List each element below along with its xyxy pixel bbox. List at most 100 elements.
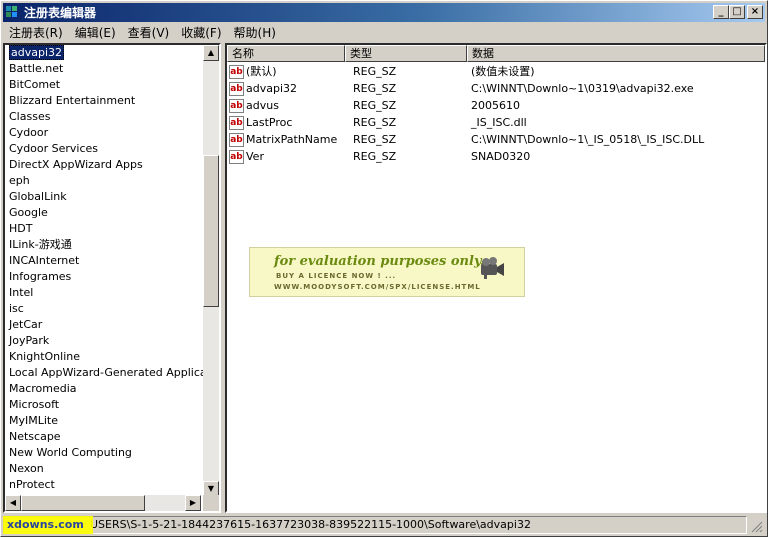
- resize-grip-icon[interactable]: [749, 519, 763, 533]
- menu-view[interactable]: 查看(V): [122, 24, 176, 42]
- menu-registry[interactable]: 注册表(R): [3, 24, 69, 42]
- tree-item[interactable]: GlobalLink: [5, 189, 201, 205]
- tree-item-label: eph: [9, 174, 30, 187]
- value-name: advus: [246, 99, 279, 112]
- tree-item[interactable]: isc: [5, 301, 201, 317]
- tree-item[interactable]: New World Computing: [5, 445, 201, 461]
- tree-item[interactable]: Local AppWizard-Generated Applications: [5, 365, 219, 381]
- value-row[interactable]: ab LastProc REG_SZ _IS_ISC.dll: [227, 114, 765, 131]
- column-type-header[interactable]: 类型: [345, 45, 467, 62]
- scroll-thumb[interactable]: [203, 155, 219, 307]
- tree-item[interactable]: Infogrames: [5, 269, 201, 285]
- value-data: C:\WINNT\Downlo~1\_IS_0518\_IS_ISC.DLL: [471, 133, 705, 146]
- scroll-corner: [203, 495, 219, 511]
- value-row[interactable]: ab MatrixPathName REG_SZ C:\WINNT\Downlo~1\…: [227, 131, 765, 148]
- string-value-icon: ab: [229, 64, 244, 79]
- value-row[interactable]: ab (默认) REG_SZ (数值未设置): [227, 63, 765, 80]
- minimize-button[interactable]: _: [713, 5, 729, 19]
- tree-vertical-scrollbar[interactable]: ▲ ▼: [203, 45, 219, 497]
- tree-item[interactable]: BitComet: [5, 77, 201, 93]
- value-name: LastProc: [246, 116, 293, 129]
- string-value-icon: ab: [229, 149, 244, 164]
- tree-item[interactable]: Blizzard Entertainment: [5, 93, 201, 109]
- status-path: USERS\S-1-5-21-1844237615-1637723038-839…: [3, 516, 747, 534]
- tree-item-label: JetCar: [9, 318, 43, 331]
- menu-edit[interactable]: 编辑(E): [69, 24, 122, 42]
- value-type: REG_SZ: [353, 82, 397, 95]
- value-row[interactable]: ab advus REG_SZ 2005610: [227, 97, 765, 114]
- tree-item[interactable]: advapi32: [5, 45, 201, 61]
- watermark-line2: BUY A LICENCE NOW ! ...: [276, 272, 397, 280]
- tree-item[interactable]: INCAInternet: [5, 253, 201, 269]
- value-row[interactable]: ab Ver REG_SZ SNAD0320: [227, 148, 765, 165]
- tree-item[interactable]: nProtect: [5, 477, 201, 493]
- value-data: C:\WINNT\Downlo~1\0319\advapi32.exe: [471, 82, 694, 95]
- tree-item[interactable]: Macromedia: [5, 381, 201, 397]
- watermark-line3: WWW.MOODYSOFT.COM/SPX/LICENSE.HTML: [274, 283, 481, 291]
- scroll-left-button[interactable]: ◀: [5, 495, 21, 511]
- value-row[interactable]: ab advapi32 REG_SZ C:\WINNT\Downlo~1\0319\a…: [227, 80, 765, 97]
- tree-item-label: ILink-游戏通: [9, 238, 72, 251]
- tree-item-label: Intel: [9, 286, 34, 299]
- window-title: 注册表编辑器: [24, 5, 97, 20]
- tree-item[interactable]: JoyPark: [5, 333, 201, 349]
- tree-item-label: MyIMLite: [9, 414, 59, 427]
- string-value-icon: ab: [229, 132, 244, 147]
- value-data: _IS_ISC.dll: [471, 116, 527, 129]
- tree-item[interactable]: MyIMLite: [5, 413, 201, 429]
- title-bar[interactable]: 注册表编辑器 _ □ ×: [3, 3, 765, 22]
- tree-item[interactable]: eph: [5, 173, 201, 189]
- column-name-header[interactable]: 名称: [227, 45, 345, 62]
- evaluation-watermark: for evaluation purposes only. BUY A LICE…: [249, 247, 525, 297]
- regedit-icon: [6, 5, 20, 20]
- tree-item-label: HDT: [9, 222, 33, 235]
- tree-item[interactable]: Intel: [5, 285, 201, 301]
- string-value-icon: ab: [229, 115, 244, 130]
- tree-item-label: Netscape: [9, 430, 61, 443]
- menu-help[interactable]: 帮助(H): [228, 24, 282, 42]
- tree-item-label: GlobalLink: [9, 190, 67, 203]
- tree-item[interactable]: Cydoor Services: [5, 141, 201, 157]
- tree-item-label: BitComet: [9, 78, 61, 91]
- tree-item-label: advapi32: [9, 45, 65, 60]
- tree-item[interactable]: Google: [5, 205, 201, 221]
- regedit-window: 注册表编辑器 _ □ × 注册表(R) 编辑(E) 查看(V) 收藏(F) 帮助…: [0, 0, 768, 537]
- tree-item[interactable]: Classes: [5, 109, 201, 125]
- scroll-up-button[interactable]: ▲: [203, 45, 219, 61]
- tree-item-label: Cydoor: [9, 126, 49, 139]
- value-name: Ver: [246, 150, 264, 163]
- values-list: ab (默认) REG_SZ (数值未设置) ab advapi32 REG_SZ C:\WI…: [227, 63, 765, 165]
- tree-item-label: Infogrames: [9, 270, 72, 283]
- tree-item[interactable]: Netscape: [5, 429, 201, 445]
- camera-icon: [481, 257, 504, 279]
- tree-item-label: INCAInternet: [9, 254, 80, 267]
- tree-item-label: Nexon: [9, 462, 44, 475]
- tree-item-label: Classes: [9, 110, 51, 123]
- tree-item[interactable]: Nexon: [5, 461, 201, 477]
- maximize-button[interactable]: □: [729, 5, 745, 19]
- tree-horizontal-scrollbar[interactable]: ◀ ▶: [5, 495, 201, 511]
- tree-item[interactable]: KnightOnline: [5, 349, 201, 365]
- value-type: REG_SZ: [353, 65, 397, 78]
- hscroll-thumb[interactable]: [21, 495, 145, 511]
- tree-item[interactable]: DirectX AppWizard Apps: [5, 157, 201, 173]
- tree-item-label: Local AppWizard-Generated Applications: [9, 366, 221, 379]
- menu-favorites[interactable]: 收藏(F): [175, 24, 227, 42]
- value-data: SNAD0320: [471, 150, 531, 163]
- tree-item[interactable]: JetCar: [5, 317, 201, 333]
- values-pane: 名称 类型 数据 ab (默认) REG_SZ (数值未设置) ab advapi32 RE…: [225, 43, 767, 513]
- string-value-icon: ab: [229, 81, 244, 96]
- tree-item[interactable]: Battle.net: [5, 61, 201, 77]
- tree-item-label: DirectX AppWizard Apps: [9, 158, 143, 171]
- tree-item[interactable]: HDT: [5, 221, 201, 237]
- values-header: 名称 类型 数据: [227, 45, 765, 62]
- column-data-header[interactable]: 数据: [467, 45, 765, 62]
- tree-item-label: isc: [9, 302, 24, 315]
- close-button[interactable]: ×: [747, 5, 763, 19]
- string-value-icon: ab: [229, 98, 244, 113]
- menu-bar: 注册表(R) 编辑(E) 查看(V) 收藏(F) 帮助(H): [3, 23, 282, 42]
- tree-item[interactable]: Microsoft: [5, 397, 201, 413]
- tree-item[interactable]: ILink-游戏通: [5, 237, 201, 253]
- scroll-right-button[interactable]: ▶: [185, 495, 201, 511]
- tree-item[interactable]: Cydoor: [5, 125, 201, 141]
